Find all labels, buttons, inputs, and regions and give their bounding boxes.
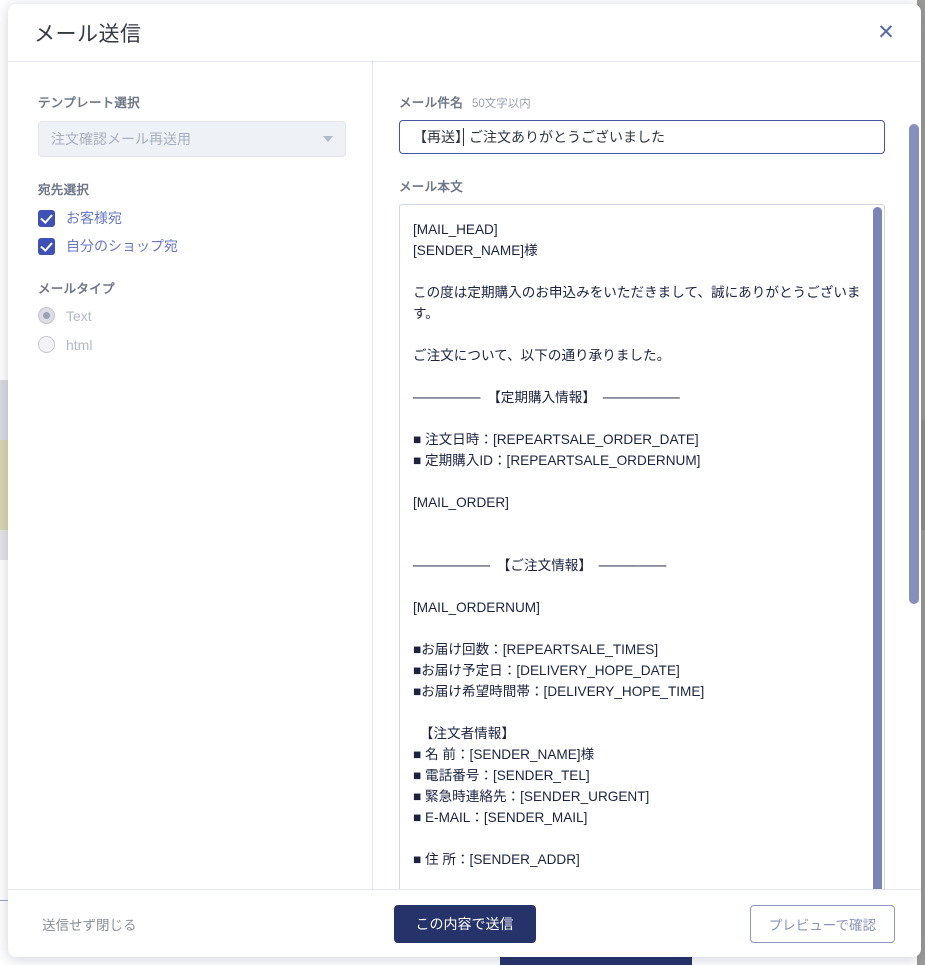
subject-hint: 50文字以内	[472, 98, 531, 110]
body-text-content: [MAIL_HEAD] [SENDER_NAME]様 この度は定期購入のお申込み…	[413, 222, 861, 867]
page-title: メール送信	[34, 22, 142, 46]
checkbox-label-customer: お客様宛	[66, 210, 122, 226]
recipient-group: 宛先選択 お客様宛 自分のショップ宛	[38, 179, 346, 256]
radio-label-text: Text	[66, 307, 92, 324]
settings-pane: テンプレート選択 注文確認メール再送用 宛先選択 お客様宛 自分のショップ宛 メ…	[8, 62, 373, 889]
body-label-row: メール本文	[399, 176, 885, 195]
close-without-sending-link[interactable]: 送信せず閉じる	[42, 914, 137, 934]
radio-row-text[interactable]: Text	[38, 307, 346, 324]
template-select-label: テンプレート選択	[38, 96, 141, 110]
recipient-label: 宛先選択	[38, 183, 90, 197]
text-cursor	[463, 128, 464, 146]
check-icon	[38, 237, 55, 255]
check-icon	[38, 209, 55, 227]
mail-type-label: メールタイプ	[38, 282, 115, 296]
body-scrollbar[interactable]	[873, 207, 882, 889]
compose-pane: メール件名 50文字以内 メール本文 [MAIL_HEAD] [SENDER_N…	[373, 62, 921, 889]
chevron-down-icon	[323, 136, 333, 142]
checkbox-row-shop[interactable]: 自分のショップ宛	[38, 236, 346, 256]
close-icon[interactable]: ✕	[871, 18, 901, 48]
template-select-group: テンプレート選択 注文確認メール再送用	[38, 92, 346, 157]
mail-send-modal: メール送信 ✕ テンプレート選択 注文確認メール再送用 宛先選択 お客様宛 自分…	[8, 4, 921, 957]
subject-field-wrap	[399, 120, 885, 154]
preview-button[interactable]: プレビューで確認	[749, 904, 895, 943]
template-select-value: 注文確認メール再送用	[51, 131, 191, 147]
body-label: メール本文	[399, 180, 464, 194]
radio-row-html[interactable]: html	[38, 336, 346, 353]
body-scrollbar-thumb[interactable]	[873, 207, 882, 889]
checkbox-label-shop: 自分のショップ宛	[66, 238, 178, 254]
body-textarea[interactable]: [MAIL_HEAD] [SENDER_NAME]様 この度は定期購入のお申込み…	[399, 204, 885, 889]
modal-header: メール送信 ✕	[8, 4, 921, 62]
subject-label: メール件名	[399, 96, 464, 110]
subject-label-row: メール件名 50文字以内	[399, 92, 885, 111]
modal-footer: 送信せず閉じる この内容で送信 プレビューで確認	[8, 889, 921, 957]
radio-selected-icon	[38, 307, 55, 324]
modal-body: テンプレート選択 注文確認メール再送用 宛先選択 お客様宛 自分のショップ宛 メ…	[8, 62, 921, 889]
mail-type-group: メールタイプ Text html	[38, 278, 346, 353]
radio-label-html: html	[66, 336, 93, 353]
modal-scrollbar[interactable]	[909, 124, 919, 889]
subject-input[interactable]	[399, 120, 885, 154]
radio-empty-icon	[38, 336, 55, 353]
checkbox-row-customer[interactable]: お客様宛	[38, 208, 346, 228]
send-button[interactable]: この内容で送信	[393, 904, 536, 943]
modal-scrollbar-thumb[interactable]	[909, 124, 919, 604]
template-select[interactable]: 注文確認メール再送用	[38, 121, 346, 157]
